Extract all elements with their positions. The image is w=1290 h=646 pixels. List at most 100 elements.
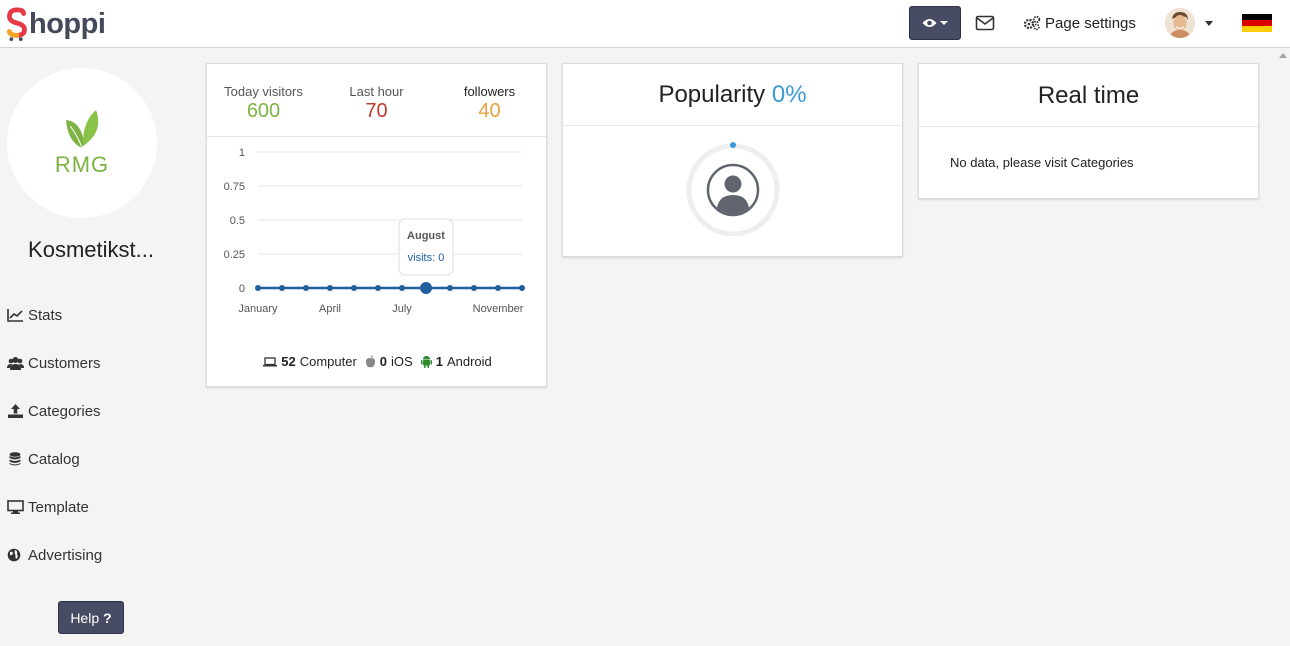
popularity-label: Popularity bbox=[658, 81, 766, 108]
chevron-down-icon bbox=[1205, 20, 1213, 26]
visitor-stats-card: Today visitors 600 Last hour 70 follower… bbox=[206, 63, 547, 387]
shop-name: Kosmetikst... bbox=[28, 237, 154, 262]
ios-count: 0 bbox=[379, 354, 388, 369]
data-point bbox=[375, 285, 381, 291]
sidebar-nav: Stats Customers Categories Catalog Templ… bbox=[7, 304, 102, 592]
help-button[interactable]: Help ? bbox=[58, 601, 124, 634]
gears-icon bbox=[1023, 15, 1041, 31]
sidebar-item-stats[interactable]: Stats bbox=[7, 304, 102, 326]
upload-icon bbox=[7, 404, 24, 418]
x-tick-label: July bbox=[392, 303, 412, 315]
tooltip-box bbox=[398, 218, 454, 276]
data-point bbox=[420, 282, 432, 294]
data-point bbox=[495, 285, 501, 291]
sidebar-item-categories[interactable]: Categories bbox=[7, 400, 102, 422]
data-point bbox=[519, 285, 525, 291]
data-point bbox=[399, 285, 405, 291]
y-tick-label: 1 bbox=[239, 147, 245, 159]
monitor-icon bbox=[7, 500, 24, 514]
last-hour-value: 70 bbox=[365, 100, 388, 122]
data-point bbox=[303, 285, 309, 291]
followers-stat: followers 40 bbox=[433, 64, 546, 136]
data-point bbox=[255, 285, 261, 291]
ios-label: iOS bbox=[391, 354, 413, 369]
device-computer: 52 Computer bbox=[263, 354, 357, 369]
stat-summary: Today visitors 600 Last hour 70 follower… bbox=[207, 64, 546, 137]
line-chart-icon bbox=[7, 308, 24, 322]
user-icon bbox=[706, 163, 760, 217]
globe-icon bbox=[7, 548, 24, 562]
followers-value: 40 bbox=[478, 100, 501, 122]
x-tick-label: January bbox=[238, 303, 278, 315]
shoppi-s-icon bbox=[7, 7, 27, 41]
database-icon bbox=[7, 452, 24, 466]
chevron-down-icon bbox=[940, 21, 948, 25]
followers-label: followers bbox=[463, 84, 516, 99]
scrollbar[interactable] bbox=[1276, 49, 1290, 646]
y-tick-label: 0.5 bbox=[230, 215, 245, 227]
top-bar: hoppi Page settings bbox=[0, 0, 1290, 48]
realtime-message: No data, please visit Categories bbox=[950, 155, 1134, 170]
sidebar-item-template[interactable]: Template bbox=[7, 496, 102, 518]
data-point bbox=[351, 285, 357, 291]
popularity-card: Popularity 0% bbox=[562, 63, 903, 257]
popularity-gauge bbox=[686, 142, 780, 236]
y-tick-label: 0.75 bbox=[224, 181, 245, 193]
leaf-icon bbox=[66, 110, 99, 149]
sidebar-item-label: Advertising bbox=[28, 546, 103, 564]
users-icon bbox=[7, 356, 24, 370]
help-label: Help bbox=[70, 609, 100, 626]
computer-count: 52 bbox=[281, 354, 296, 369]
data-point bbox=[447, 285, 453, 291]
sidebar-item-advertising[interactable]: Advertising bbox=[7, 544, 102, 566]
sidebar-item-label: Customers bbox=[28, 354, 101, 372]
mail-icon[interactable] bbox=[975, 13, 995, 33]
tooltip-text: visits: 0 bbox=[408, 252, 445, 264]
x-tick-label: November bbox=[473, 303, 524, 315]
user-menu[interactable] bbox=[1165, 8, 1213, 38]
y-tick-label: 0 bbox=[239, 283, 245, 295]
today-visitors-label: Today visitors bbox=[224, 84, 303, 99]
shoppi-logo[interactable]: hoppi bbox=[6, 4, 106, 44]
page-settings-button[interactable]: Page settings bbox=[1023, 13, 1136, 33]
sidebar-item-catalog[interactable]: Catalog bbox=[7, 448, 102, 470]
sidebar-item-label: Template bbox=[28, 498, 89, 516]
tooltip-title: August bbox=[407, 230, 445, 242]
x-tick-label: April bbox=[319, 303, 341, 315]
shop-logo: RMG bbox=[7, 68, 157, 218]
page-settings-label: Page settings bbox=[1045, 14, 1136, 32]
sidebar-item-label: Categories bbox=[28, 402, 101, 420]
question-icon: ? bbox=[103, 609, 112, 626]
android-icon bbox=[420, 355, 432, 368]
today-visitors-stat: Today visitors 600 bbox=[207, 64, 320, 136]
avatar bbox=[1165, 8, 1195, 38]
laptop-icon bbox=[263, 356, 278, 367]
android-label: Android bbox=[446, 354, 492, 369]
realtime-card: Real time No data, please visit Categori… bbox=[918, 63, 1259, 199]
last-hour-label: Last hour bbox=[349, 84, 404, 99]
sidebar-item-label: Stats bbox=[28, 306, 63, 324]
data-point bbox=[471, 285, 477, 291]
sidebar-item-customers[interactable]: Customers bbox=[7, 352, 102, 374]
german-flag-icon[interactable] bbox=[1242, 14, 1272, 32]
apple-icon bbox=[365, 355, 376, 368]
scroll-up-arrow-icon[interactable] bbox=[1279, 53, 1287, 58]
computer-label: Computer bbox=[299, 354, 357, 369]
popularity-title: Popularity 0% bbox=[563, 64, 902, 126]
preview-dropdown-button[interactable] bbox=[909, 6, 961, 40]
android-count: 1 bbox=[435, 354, 443, 369]
device-android: 1 Android bbox=[420, 354, 492, 369]
realtime-title: Real time bbox=[919, 64, 1258, 127]
today-visitors-value: 600 bbox=[246, 100, 281, 122]
brand-name: hoppi bbox=[29, 7, 106, 40]
device-breakdown: 52 Computer 0 iOS 1 Android bbox=[207, 354, 548, 369]
eye-icon bbox=[922, 19, 937, 27]
shop-logo-text: RMG bbox=[54, 152, 110, 177]
data-point bbox=[327, 285, 333, 291]
visits-line-chart[interactable]: 1 0.75 0.5 0.25 0 January April July November Aug… bbox=[207, 138, 548, 338]
data-point bbox=[279, 285, 285, 291]
last-hour-stat: Last hour 70 bbox=[320, 64, 433, 136]
y-tick-label: 0.25 bbox=[224, 249, 245, 261]
popularity-value: 0% bbox=[771, 81, 807, 108]
device-ios: 0 iOS bbox=[365, 354, 413, 369]
